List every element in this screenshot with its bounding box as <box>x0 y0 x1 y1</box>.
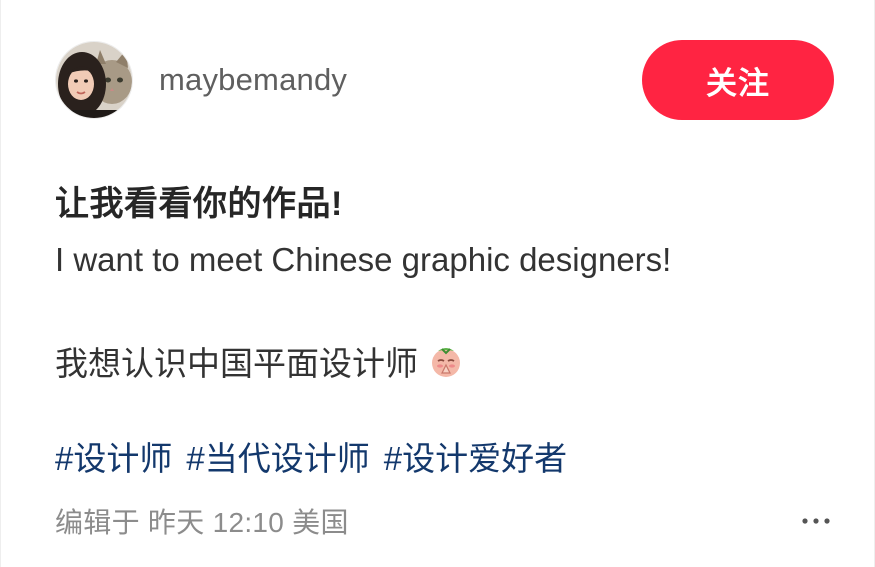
post-card: maybemandy 关注 让我看看你的作品! I want to meet C… <box>0 0 875 567</box>
post-footer: 编辑于 昨天 12:10 美国 <box>55 501 834 541</box>
post-title: 让我看看你的作品! <box>55 185 343 223</box>
author-username[interactable]: maybemandy <box>159 62 642 98</box>
post-description-zh-line: 我想认识中国平面设计师 <box>55 337 464 385</box>
post-description-zh: 我想认识中国平面设计师 <box>55 345 418 382</box>
author-avatar[interactable] <box>55 41 133 119</box>
avatar-image <box>56 42 132 118</box>
tag-link[interactable]: #设计师 <box>55 440 172 477</box>
post-date: 昨天 12:10 <box>147 507 285 538</box>
tag-link[interactable]: #当代设计师 <box>186 440 369 477</box>
more-icon[interactable] <box>798 503 834 539</box>
post-location: 美国 <box>292 507 349 538</box>
post-tags: #设计师 #当代设计师 #设计爱好者 <box>55 432 581 480</box>
post-meta: 编辑于 昨天 12:10 美国 <box>55 501 349 541</box>
edit-label: 编辑于 <box>55 507 140 538</box>
pray-emoji-icon <box>428 343 464 379</box>
post-header: maybemandy 关注 <box>55 40 834 120</box>
post-description-en: I want to meet Chinese graphic designers… <box>55 241 672 278</box>
follow-button[interactable]: 关注 <box>642 40 834 120</box>
tag-link[interactable]: #设计爱好者 <box>384 440 567 477</box>
